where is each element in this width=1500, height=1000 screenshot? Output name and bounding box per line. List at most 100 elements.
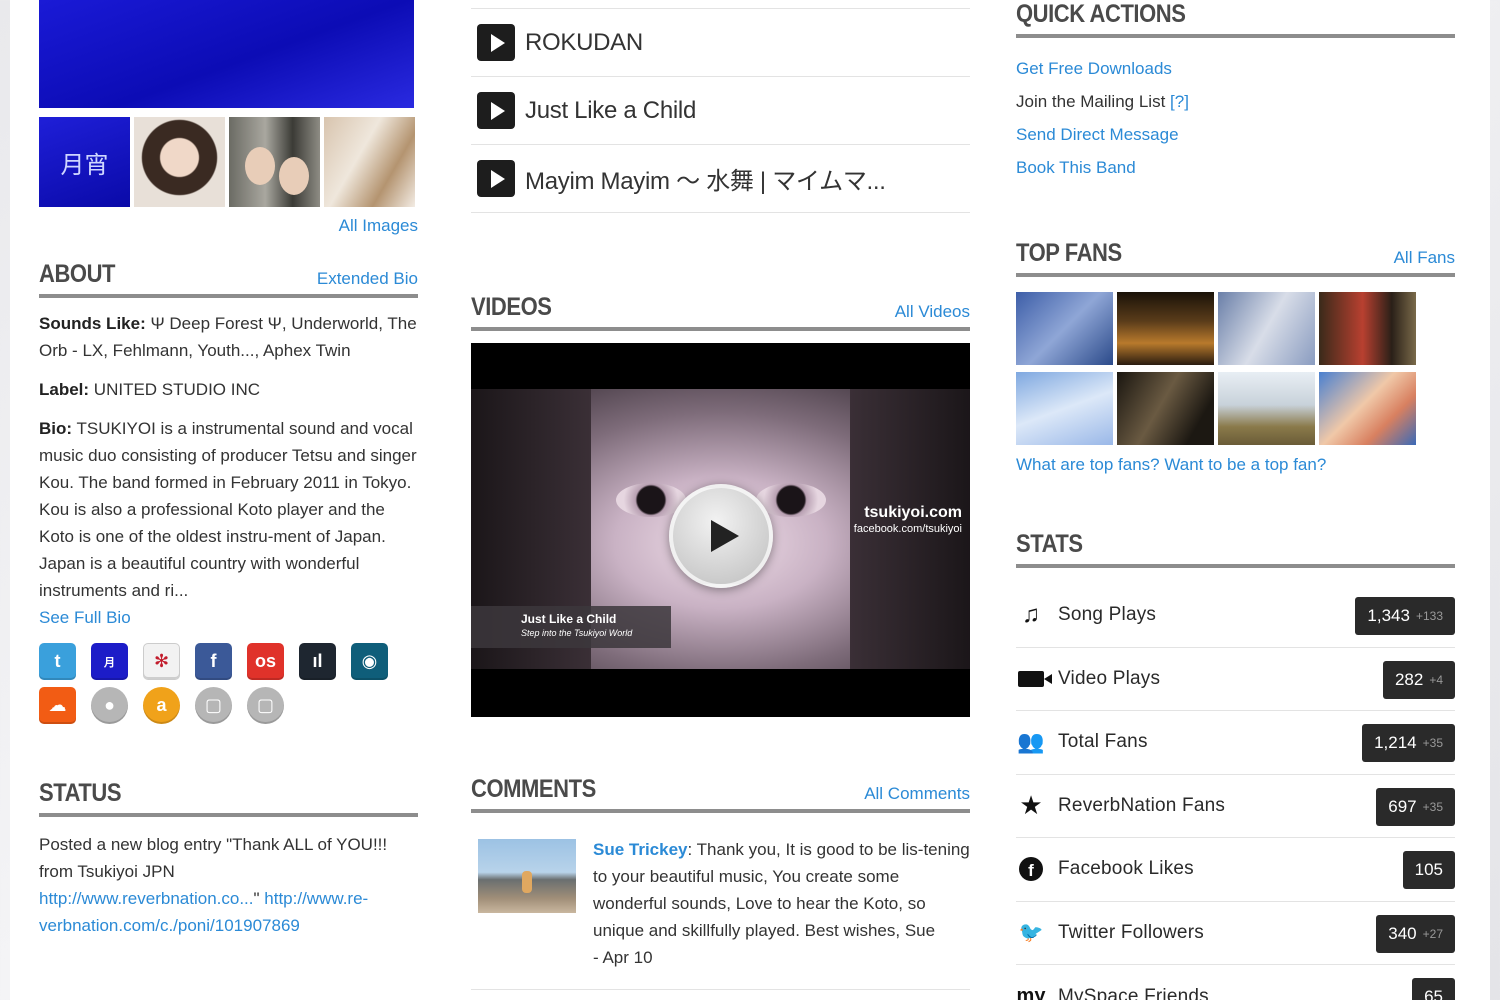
status-link-1[interactable]: http://www.reverbnation.co... <box>39 889 254 908</box>
join-mailing-list-label[interactable]: Join the Mailing List <box>1016 92 1165 111</box>
right-column: QUICK ACTIONS Get Free Downloads Join th… <box>1016 0 1455 1000</box>
play-icon[interactable] <box>477 160 515 197</box>
bio-text: Bio: TSUKIYOI is a instrumental sound an… <box>39 419 417 600</box>
stat-delta: +35 <box>1422 736 1443 750</box>
label-info: Label: UNITED STUDIO INC <box>39 380 261 399</box>
thumbnail-koto[interactable] <box>324 117 415 207</box>
all-videos-link[interactable]: All Videos <box>895 302 970 322</box>
fan-avatar[interactable] <box>1117 372 1214 445</box>
stat-value: 105 <box>1414 860 1443 879</box>
fan-avatar[interactable] <box>1016 292 1113 365</box>
apple-icon[interactable]: ● <box>91 687 128 724</box>
stat-value: 340 <box>1388 923 1417 943</box>
thumbnail-logo[interactable]: 月宵 <box>39 117 130 207</box>
fan-avatar[interactable] <box>1016 372 1113 445</box>
stat-badge: 340 +27 <box>1376 914 1455 953</box>
stat-delta: +4 <box>1429 672 1443 687</box>
song-title[interactable]: ROKUDAN <box>525 29 643 57</box>
thumbnail-portrait[interactable] <box>134 117 225 207</box>
artist-page: 月宵 All Images ABOUT Extended Bio Sounds … <box>10 0 1490 1000</box>
face-shape <box>279 157 309 195</box>
fan-avatar[interactable] <box>1218 292 1315 365</box>
stat-value: 65 <box>1424 987 1443 1000</box>
song-row[interactable]: Mayim Mayim 〜 水舞 | マイムマ... <box>471 145 970 213</box>
video-player[interactable]: tsukiyoi.com facebook.com/tsukiyoi Just … <box>471 343 970 717</box>
star-icon: ★ <box>1019 790 1043 821</box>
commenter-avatar[interactable] <box>478 839 576 913</box>
mailing-list-help-link[interactable]: [?] <box>1170 92 1189 111</box>
song-title[interactable]: Just Like a Child <box>525 97 696 125</box>
hero-image[interactable] <box>39 0 414 108</box>
stat-badge: 1,214 +35 <box>1362 724 1455 762</box>
get-free-downloads-link[interactable]: Get Free Downloads <box>1016 59 1172 78</box>
top-fans-title: TOP FANS <box>1016 239 1122 267</box>
social-links-row2: ☁ ● a ▢ ▢ <box>39 687 418 724</box>
comment-body: Sue Trickey: Thank you, It is good to be… <box>593 836 970 971</box>
comment-item: Sue Trickey: Thank you, It is good to be… <box>471 839 970 990</box>
stat-row: my MySpace Friends 65 <box>1016 965 1455 1000</box>
status-title: STATUS <box>39 779 122 807</box>
twitter-icon[interactable]: t <box>39 643 76 680</box>
cd-icon[interactable]: ◉ <box>351 643 388 680</box>
bag2-icon[interactable]: ▢ <box>247 687 284 724</box>
stat-label: MySpace Friends <box>1058 985 1209 1000</box>
stat-label: Facebook Likes <box>1058 858 1194 880</box>
status-text: Posted a new blog entry "Thank ALL of YO… <box>39 835 388 881</box>
soundcloud-icon[interactable]: ☁ <box>39 687 76 724</box>
video-watermark: tsukiyoi.com facebook.com/tsukiyoi <box>853 504 962 536</box>
stat-row: 🐦 Twitter Followers 340 +27 <box>1016 902 1455 965</box>
song-row[interactable]: ROKUDAN <box>471 9 970 77</box>
stats-header: STATS <box>1016 530 1455 568</box>
top-fans-info-link[interactable]: What are top fans? Want to be a top fan? <box>1016 455 1326 474</box>
stat-badge: 65 <box>1412 978 1455 1000</box>
about-header: ABOUT Extended Bio <box>39 260 418 298</box>
all-fans-link[interactable]: All Fans <box>1394 248 1455 268</box>
all-images-link[interactable]: All Images <box>339 216 418 235</box>
stat-delta: +133 <box>1415 609 1443 623</box>
stat-value: 282 <box>1394 669 1424 689</box>
send-direct-message-link[interactable]: Send Direct Message <box>1016 125 1179 144</box>
all-comments-link[interactable]: All Comments <box>864 784 970 804</box>
play-icon[interactable] <box>477 24 515 61</box>
comment-date: - Apr 10 <box>593 948 653 967</box>
song-row[interactable]: Just Like a Child <box>471 77 970 145</box>
middle-column: ROKUDAN Just Like a Child Mayim Mayim 〜 … <box>471 0 970 990</box>
song-title[interactable]: Mayim Mayim 〜 水舞 | マイムマ... <box>525 161 886 196</box>
facebook-icon[interactable]: f <box>195 643 232 680</box>
see-full-bio-link[interactable]: See Full Bio <box>39 608 131 627</box>
stats-icon[interactable]: ıl <box>299 643 336 680</box>
amazon-icon[interactable]: a <box>143 687 180 724</box>
fan-avatar[interactable] <box>1319 372 1416 445</box>
myspace-icon: my <box>1016 985 1046 1000</box>
status-header: STATUS <box>39 779 418 817</box>
stat-delta: +35 <box>1422 799 1443 814</box>
fan-avatar[interactable] <box>1218 372 1315 445</box>
top-fans-grid <box>1016 292 1455 445</box>
play-icon[interactable] <box>477 92 515 129</box>
video-play-icon[interactable] <box>669 484 773 588</box>
thumbnail-duo[interactable] <box>229 117 320 207</box>
stat-delta: +27 <box>1422 926 1443 941</box>
face-shape <box>245 147 275 185</box>
stat-row: 👥 Total Fans 1,214 +35 <box>1016 711 1455 775</box>
stat-label: Twitter Followers <box>1058 921 1204 943</box>
stat-label: Total Fans <box>1058 731 1148 753</box>
videos-header: VIDEOS All Videos <box>471 293 970 331</box>
comment-author[interactable]: Sue Trickey <box>593 840 688 859</box>
book-this-band-link[interactable]: Book This Band <box>1016 158 1136 177</box>
site-icon[interactable]: 月 <box>91 643 128 680</box>
stat-badge: 105 <box>1402 851 1455 889</box>
reverbnation-icon[interactable]: ✻ <box>143 643 180 680</box>
bag-icon[interactable]: ▢ <box>195 687 232 724</box>
fan-avatar[interactable] <box>1117 292 1214 365</box>
sounds-like: Sounds Like: Ψ Deep Forest Ψ, Underworld… <box>39 314 417 360</box>
stat-row: ♫ Song Plays 1,343 +133 <box>1016 584 1455 648</box>
stat-value: 1,343 <box>1367 606 1410 625</box>
twitter-bird-icon: 🐦 <box>1018 922 1044 945</box>
stat-badge: 697 +35 <box>1376 787 1455 826</box>
extended-bio-link[interactable]: Extended Bio <box>317 269 418 289</box>
stats-list: ♫ Song Plays 1,343 +133 Video Plays 282 +4 👥 Tot… <box>1016 584 1455 1000</box>
stat-badge: 1,343 +133 <box>1355 597 1455 635</box>
lastfm-icon[interactable]: os <box>247 643 284 680</box>
fan-avatar[interactable] <box>1319 292 1416 365</box>
